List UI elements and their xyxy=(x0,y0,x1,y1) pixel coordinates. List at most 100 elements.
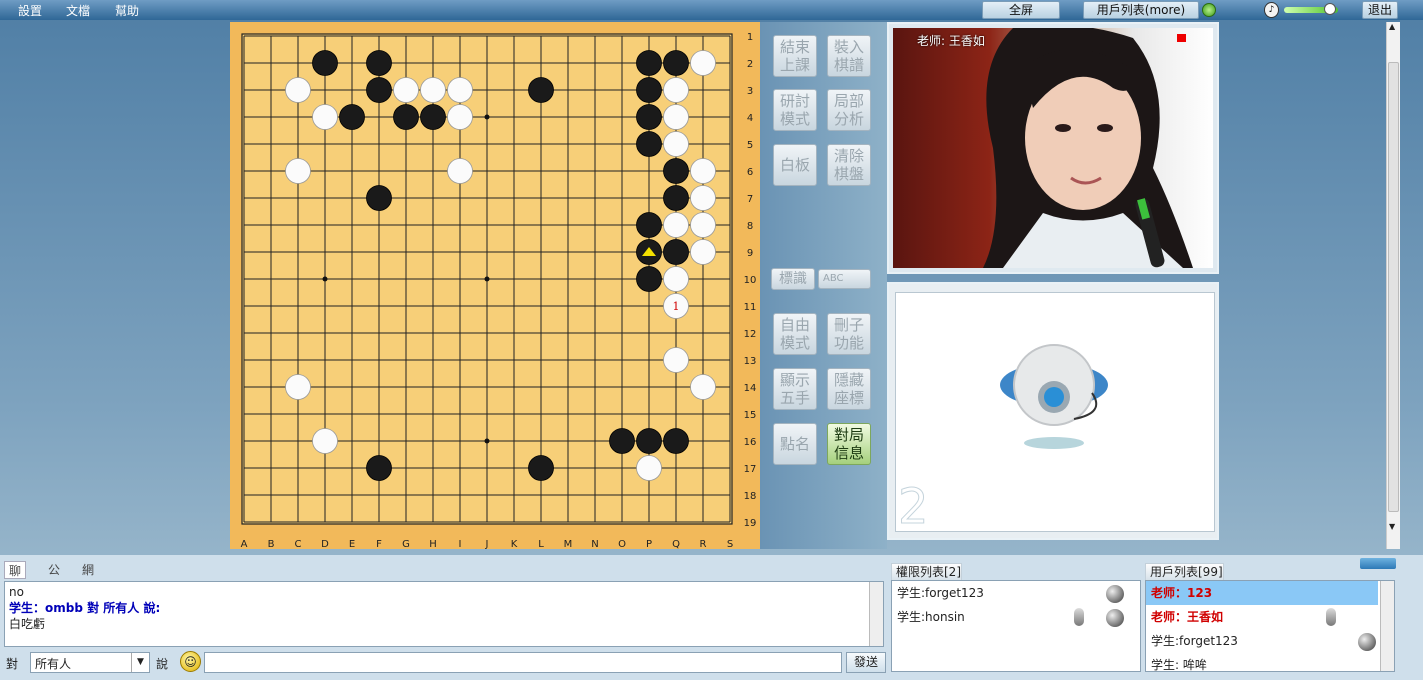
black-stone xyxy=(528,455,554,481)
row-label: 6 xyxy=(747,167,753,178)
column-label: B xyxy=(268,539,275,549)
scroll-up-icon[interactable]: ▲ xyxy=(1389,22,1395,31)
menu-docs[interactable]: 文檔 xyxy=(66,2,90,19)
chat-line: no xyxy=(9,585,24,599)
list-item[interactable]: 学生:forget123 xyxy=(892,581,1140,605)
user-list-scrollbar[interactable] xyxy=(1380,581,1394,671)
row-label: 15 xyxy=(744,410,757,421)
mouse-icon[interactable] xyxy=(1106,609,1124,627)
list-item[interactable]: 学生:forget123 xyxy=(1146,629,1394,653)
black-stone xyxy=(420,104,446,130)
column-label: L xyxy=(538,539,544,549)
column-label: P xyxy=(646,539,652,549)
column-label: F xyxy=(376,539,382,549)
scroll-down-icon[interactable]: ▼ xyxy=(1389,522,1395,531)
chat-log[interactable]: no 学生：ombb 對 所有人 說: 白吃虧 xyxy=(4,581,884,647)
star-point xyxy=(322,276,328,282)
menu-help[interactable]: 幫助 xyxy=(115,2,139,19)
speaker-icon[interactable]: ♪ xyxy=(1264,2,1279,18)
volume-knob[interactable] xyxy=(1324,3,1336,15)
free-mode-button[interactable]: 自由 模式 xyxy=(773,313,817,355)
white-stone xyxy=(285,77,311,103)
row-label: 18 xyxy=(744,491,757,502)
go-board[interactable]: A B C D E F G H I J K L M N O P Q R S 1 2 3 4 5 6 7 8 9 10 11 12 13 14 15… xyxy=(230,22,760,549)
menu-settings[interactable]: 設置 xyxy=(18,2,42,19)
column-label: O xyxy=(618,539,626,549)
white-stone xyxy=(447,77,473,103)
mouse-icon[interactable] xyxy=(1106,585,1124,603)
black-stone xyxy=(528,77,554,103)
mic-icon[interactable] xyxy=(1074,608,1084,626)
chat-input[interactable] xyxy=(204,652,842,673)
student-video-panel: 2 xyxy=(887,282,1219,540)
white-stone xyxy=(663,77,689,103)
recipient-select[interactable]: 所有人 ▼ xyxy=(30,652,150,673)
tab-chat[interactable]: 聊天 xyxy=(4,561,27,596)
column-label: H xyxy=(429,539,437,549)
list-item[interactable]: 学生:honsin xyxy=(892,605,1140,629)
whiteboard-button[interactable]: 白板 xyxy=(773,144,817,186)
user-name: 老师：王香如 xyxy=(1151,610,1224,624)
row-label: 1 xyxy=(747,32,753,43)
mic-icon[interactable] xyxy=(1326,608,1336,626)
column-label: I xyxy=(459,539,462,549)
white-stone xyxy=(285,158,311,184)
local-analysis-button[interactable]: 局部 分析 xyxy=(827,89,871,131)
game-info-button[interactable]: 對局 信息 xyxy=(827,423,871,465)
star-point xyxy=(484,276,490,282)
white-stone xyxy=(447,104,473,130)
column-label: G xyxy=(402,539,410,549)
show-five-button[interactable]: 顯示 五手 xyxy=(773,368,817,410)
marker-button[interactable]: 標識 xyxy=(771,268,815,290)
hide-coords-button[interactable]: 隱藏 座標 xyxy=(827,368,871,410)
list-item[interactable]: 老师：王香如 xyxy=(1146,605,1394,629)
chat-line-header: 学生：ombb 對 所有人 說: xyxy=(9,601,161,615)
column-label: S xyxy=(727,539,733,549)
abc-input[interactable]: ABC xyxy=(818,269,871,289)
clear-board-button[interactable]: 清除 棋盤 xyxy=(827,144,871,186)
chat-scrollbar[interactable] xyxy=(869,582,883,646)
end-class-button[interactable]: 結束 上課 xyxy=(773,35,817,77)
tab-notice[interactable]: 公告 xyxy=(44,561,64,595)
white-stone xyxy=(663,131,689,157)
black-stone xyxy=(636,104,662,130)
board-canvas[interactable]: A B C D E F G H I J K L M N O P Q R S123456789101112131415… xyxy=(230,22,760,549)
main-scrollbar[interactable]: ▲ ▼ xyxy=(1386,22,1400,549)
black-stone xyxy=(636,266,662,292)
fullscreen-button[interactable]: 全屏 xyxy=(982,1,1060,19)
white-stone xyxy=(690,185,716,211)
white-stone xyxy=(447,158,473,184)
study-mode-button[interactable]: 研討 模式 xyxy=(773,89,817,131)
black-stone xyxy=(366,455,392,481)
permission-list[interactable]: 学生:forget123 学生:honsin xyxy=(891,580,1141,672)
black-stone xyxy=(366,185,392,211)
chat-input-row: 對 所有人 ▼ 說 ☺ 發送 xyxy=(4,651,888,675)
column-label: C xyxy=(295,539,302,549)
userlist-more-button[interactable]: 用戶列表(more) xyxy=(1083,1,1199,19)
tab-network[interactable]: 網路 xyxy=(78,561,98,595)
status-dot-icon xyxy=(1202,3,1216,17)
column-label: K xyxy=(511,539,518,549)
white-stone xyxy=(690,50,716,76)
column-label: J xyxy=(485,539,489,549)
white-stone xyxy=(663,212,689,238)
exit-button[interactable]: 退出 xyxy=(1362,1,1398,19)
delete-stone-button[interactable]: 刪子 功能 xyxy=(827,313,871,355)
send-button[interactable]: 發送 xyxy=(846,652,886,673)
list-item[interactable]: 学生: 哞哞 xyxy=(1146,653,1394,677)
emoji-icon[interactable]: ☺ xyxy=(180,651,201,672)
row-label: 19 xyxy=(744,518,757,529)
black-stone xyxy=(663,158,689,184)
roll-call-button[interactable]: 點名 xyxy=(773,423,817,465)
scroll-thumb[interactable] xyxy=(1388,62,1399,512)
mouse-icon[interactable] xyxy=(1358,633,1376,651)
list-item[interactable]: 老师：123 xyxy=(1146,581,1378,605)
load-record-button[interactable]: 裝入 棋譜 xyxy=(827,35,871,77)
user-list-title: 用戶列表[99] xyxy=(1145,563,1224,580)
chevron-down-icon[interactable]: ▼ xyxy=(131,653,149,672)
row-label: 5 xyxy=(747,140,753,151)
black-stone xyxy=(393,104,419,130)
row-label: 11 xyxy=(744,302,757,313)
black-stone xyxy=(636,131,662,157)
user-list[interactable]: 老师：123 老师：王香如 学生:forget123 学生: 哞哞 xyxy=(1145,580,1395,672)
